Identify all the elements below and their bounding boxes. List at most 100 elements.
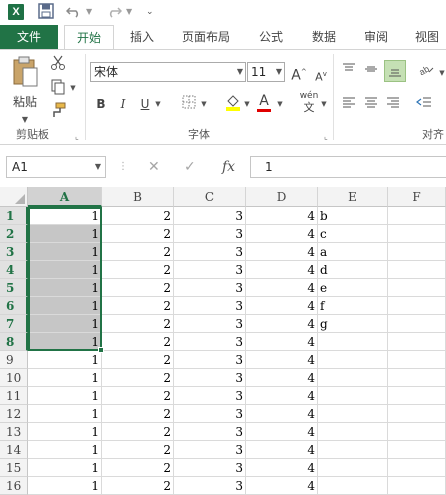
insert-function-icon[interactable]: fx	[222, 156, 235, 178]
cell-d11[interactable]: 4	[246, 387, 318, 405]
column-header-b[interactable]: B	[102, 187, 174, 207]
cell-e8[interactable]	[318, 333, 388, 351]
row-header[interactable]: 6	[0, 297, 28, 315]
fill-handle[interactable]	[98, 347, 104, 353]
italic-button[interactable]: I	[116, 95, 130, 113]
cell-d14[interactable]: 4	[246, 441, 318, 459]
cell-e9[interactable]	[318, 351, 388, 369]
cell-a6[interactable]: 1	[28, 297, 102, 315]
cell-b10[interactable]: 2	[102, 369, 174, 387]
cell-f13[interactable]	[388, 423, 446, 441]
copy-icon[interactable]: ▼	[48, 79, 78, 99]
cell-d7[interactable]: 4	[246, 315, 318, 333]
enter-icon[interactable]: ✓	[184, 156, 196, 178]
row-header[interactable]: 5	[0, 279, 28, 297]
cell-c10[interactable]: 3	[174, 369, 246, 387]
cell-c4[interactable]: 3	[174, 261, 246, 279]
cell-d6[interactable]: 4	[246, 297, 318, 315]
tab-home[interactable]: 开始	[64, 25, 114, 49]
cell-c13[interactable]: 3	[174, 423, 246, 441]
cell-c15[interactable]: 3	[174, 459, 246, 477]
column-header-f[interactable]: F	[388, 187, 446, 207]
cell-e14[interactable]	[318, 441, 388, 459]
cell-a12[interactable]: 1	[28, 405, 102, 423]
borders-button[interactable]	[178, 95, 200, 114]
cell-d2[interactable]: 4	[246, 225, 318, 243]
cell-d10[interactable]: 4	[246, 369, 318, 387]
phonetic-dropdown-icon[interactable]: ▼	[320, 95, 328, 113]
cell-e1[interactable]: b	[318, 207, 388, 225]
cell-b6[interactable]: 2	[102, 297, 174, 315]
cell-f9[interactable]	[388, 351, 446, 369]
cell-f7[interactable]	[388, 315, 446, 333]
tab-review[interactable]: 审阅	[354, 25, 398, 49]
tab-page-layout[interactable]: 页面布局	[172, 25, 240, 49]
cell-b3[interactable]: 2	[102, 243, 174, 261]
cell-f1[interactable]	[388, 207, 446, 225]
cell-b4[interactable]: 2	[102, 261, 174, 279]
cell-b16[interactable]: 2	[102, 477, 174, 495]
cell-b12[interactable]: 2	[102, 405, 174, 423]
row-header[interactable]: 9	[0, 351, 28, 369]
cell-c11[interactable]: 3	[174, 387, 246, 405]
cell-e12[interactable]	[318, 405, 388, 423]
cell-d15[interactable]: 4	[246, 459, 318, 477]
row-header[interactable]: 16	[0, 477, 28, 495]
paste-button[interactable]: 粘贴 ▼	[8, 56, 42, 124]
formula-input[interactable]: 1	[250, 156, 446, 178]
cell-b2[interactable]: 2	[102, 225, 174, 243]
clipboard-launcher-icon[interactable]: ⌞	[72, 128, 82, 146]
phonetic-guide-button[interactable]: wén 文	[298, 90, 320, 114]
font-color-button[interactable]: A	[256, 92, 272, 112]
column-header-e[interactable]: E	[318, 187, 388, 207]
shrink-font-button[interactable]: Av	[313, 65, 329, 87]
cell-f4[interactable]	[388, 261, 446, 279]
cell-f15[interactable]	[388, 459, 446, 477]
cell-f6[interactable]	[388, 297, 446, 315]
cell-c16[interactable]: 3	[174, 477, 246, 495]
cell-d12[interactable]: 4	[246, 405, 318, 423]
grow-font-button[interactable]: A^	[291, 63, 307, 85]
tab-view[interactable]: 视图	[408, 25, 446, 49]
tab-data[interactable]: 数据	[302, 25, 346, 49]
cell-e2[interactable]: c	[318, 225, 388, 243]
underline-button[interactable]: U	[138, 95, 152, 113]
cell-d4[interactable]: 4	[246, 261, 318, 279]
row-header[interactable]: 13	[0, 423, 28, 441]
redo-dropdown-icon[interactable]: ▼	[126, 3, 132, 21]
cell-c14[interactable]: 3	[174, 441, 246, 459]
cell-e15[interactable]	[318, 459, 388, 477]
format-painter-icon[interactable]	[48, 102, 68, 122]
cell-e13[interactable]	[318, 423, 388, 441]
cell-a14[interactable]: 1	[28, 441, 102, 459]
row-header[interactable]: 8	[0, 333, 28, 351]
cell-e4[interactable]: d	[318, 261, 388, 279]
orientation-icon[interactable]: ab	[416, 62, 438, 81]
cell-f2[interactable]	[388, 225, 446, 243]
cell-f16[interactable]	[388, 477, 446, 495]
cell-d1[interactable]: 4	[246, 207, 318, 225]
row-header[interactable]: 15	[0, 459, 28, 477]
redo-icon[interactable]	[106, 3, 123, 21]
cell-c12[interactable]: 3	[174, 405, 246, 423]
row-header[interactable]: 12	[0, 405, 28, 423]
cancel-icon[interactable]: ✕	[148, 156, 160, 178]
cell-e16[interactable]	[318, 477, 388, 495]
cell-a1[interactable]: 1	[28, 207, 102, 225]
cell-c6[interactable]: 3	[174, 297, 246, 315]
tab-formulas[interactable]: 公式	[250, 25, 292, 49]
cell-d8[interactable]: 4	[246, 333, 318, 351]
cell-c7[interactable]: 3	[174, 315, 246, 333]
cell-d16[interactable]: 4	[246, 477, 318, 495]
cell-f11[interactable]	[388, 387, 446, 405]
bottom-align-icon[interactable]	[384, 60, 406, 82]
cell-a10[interactable]: 1	[28, 369, 102, 387]
name-box[interactable]: A1 ▼	[6, 156, 106, 178]
cell-e6[interactable]: f	[318, 297, 388, 315]
cut-icon[interactable]	[48, 55, 68, 75]
font-name-combo[interactable]: 宋体 ▼	[90, 62, 246, 82]
customize-qat-icon[interactable]: ⌄	[146, 3, 154, 21]
middle-align-icon[interactable]	[362, 62, 380, 81]
align-right-icon[interactable]	[384, 95, 402, 114]
row-header[interactable]: 11	[0, 387, 28, 405]
